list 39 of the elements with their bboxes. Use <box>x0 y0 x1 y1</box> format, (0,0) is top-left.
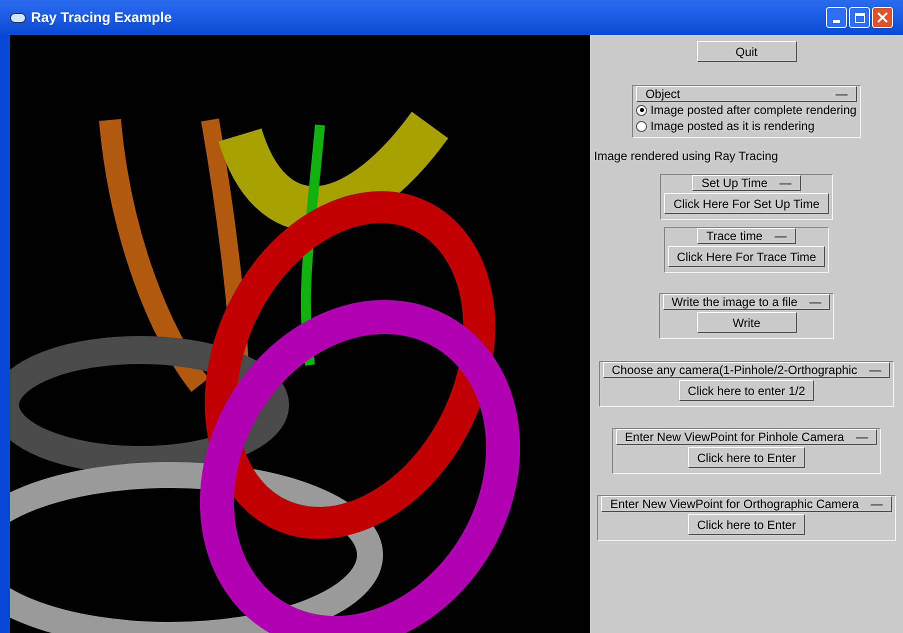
group-title: Choose any camera(1-Pinhole/2-Orthographic <box>612 364 858 376</box>
collapse-toggle[interactable]: — <box>809 296 822 308</box>
group-title: Object <box>645 88 680 100</box>
action-button[interactable]: Quit <box>696 41 796 62</box>
collapse-toggle[interactable]: — <box>836 88 848 100</box>
collapse-toggle[interactable]: — <box>869 364 882 376</box>
group-header[interactable]: Object — <box>636 86 857 102</box>
group-header[interactable]: Set Up Time — <box>692 175 800 191</box>
close-icon <box>877 12 888 23</box>
maximize-button[interactable] <box>849 7 870 28</box>
action-button[interactable]: Click Here For Set Up Time <box>664 193 829 214</box>
group-header[interactable]: Enter New ViewPoint for Orthographic Camera — <box>601 496 892 512</box>
status-text: Image rendered using Ray Tracing <box>594 149 778 163</box>
group-header[interactable]: Trace time — <box>697 228 796 244</box>
collapse-toggle[interactable]: — <box>780 177 792 189</box>
collapse-toggle[interactable]: — <box>774 230 787 242</box>
group-title: Enter New ViewPoint for Pinhole Camera <box>624 431 844 443</box>
group-header[interactable]: Enter New ViewPoint for Pinhole Camera — <box>616 429 878 445</box>
group-title: Set Up Time <box>701 177 768 189</box>
close-button[interactable] <box>872 7 893 28</box>
radio-option[interactable]: Image posted after complete rendering <box>636 102 857 118</box>
minimize-button[interactable] <box>826 7 847 28</box>
group-header[interactable]: Choose any camera(1-Pinhole/2-Orthographic — <box>602 362 890 378</box>
action-button[interactable]: Click here to Enter <box>688 514 805 535</box>
app-icon <box>10 12 26 22</box>
window-title: Ray Tracing Example <box>31 8 172 27</box>
group-title: Enter New ViewPoint for Orthographic Camera <box>610 498 859 510</box>
radio-button[interactable] <box>636 120 648 132</box>
collapse-toggle[interactable]: — <box>870 498 883 510</box>
action-button[interactable]: Click here to enter 1/2 <box>678 380 814 401</box>
action-button[interactable]: Write <box>696 312 796 333</box>
collapse-toggle[interactable]: — <box>856 431 868 443</box>
radio-button[interactable] <box>636 104 648 116</box>
action-button[interactable]: Click Here For Trace Time <box>668 246 826 267</box>
action-button[interactable]: Click here to Enter <box>688 447 805 468</box>
group-title: Write the image to a file <box>672 296 798 308</box>
radio-option[interactable]: Image posted as it is rendering <box>636 118 857 134</box>
group-header[interactable]: Write the image to a file — <box>662 294 830 310</box>
group-title: Trace time <box>706 230 763 242</box>
